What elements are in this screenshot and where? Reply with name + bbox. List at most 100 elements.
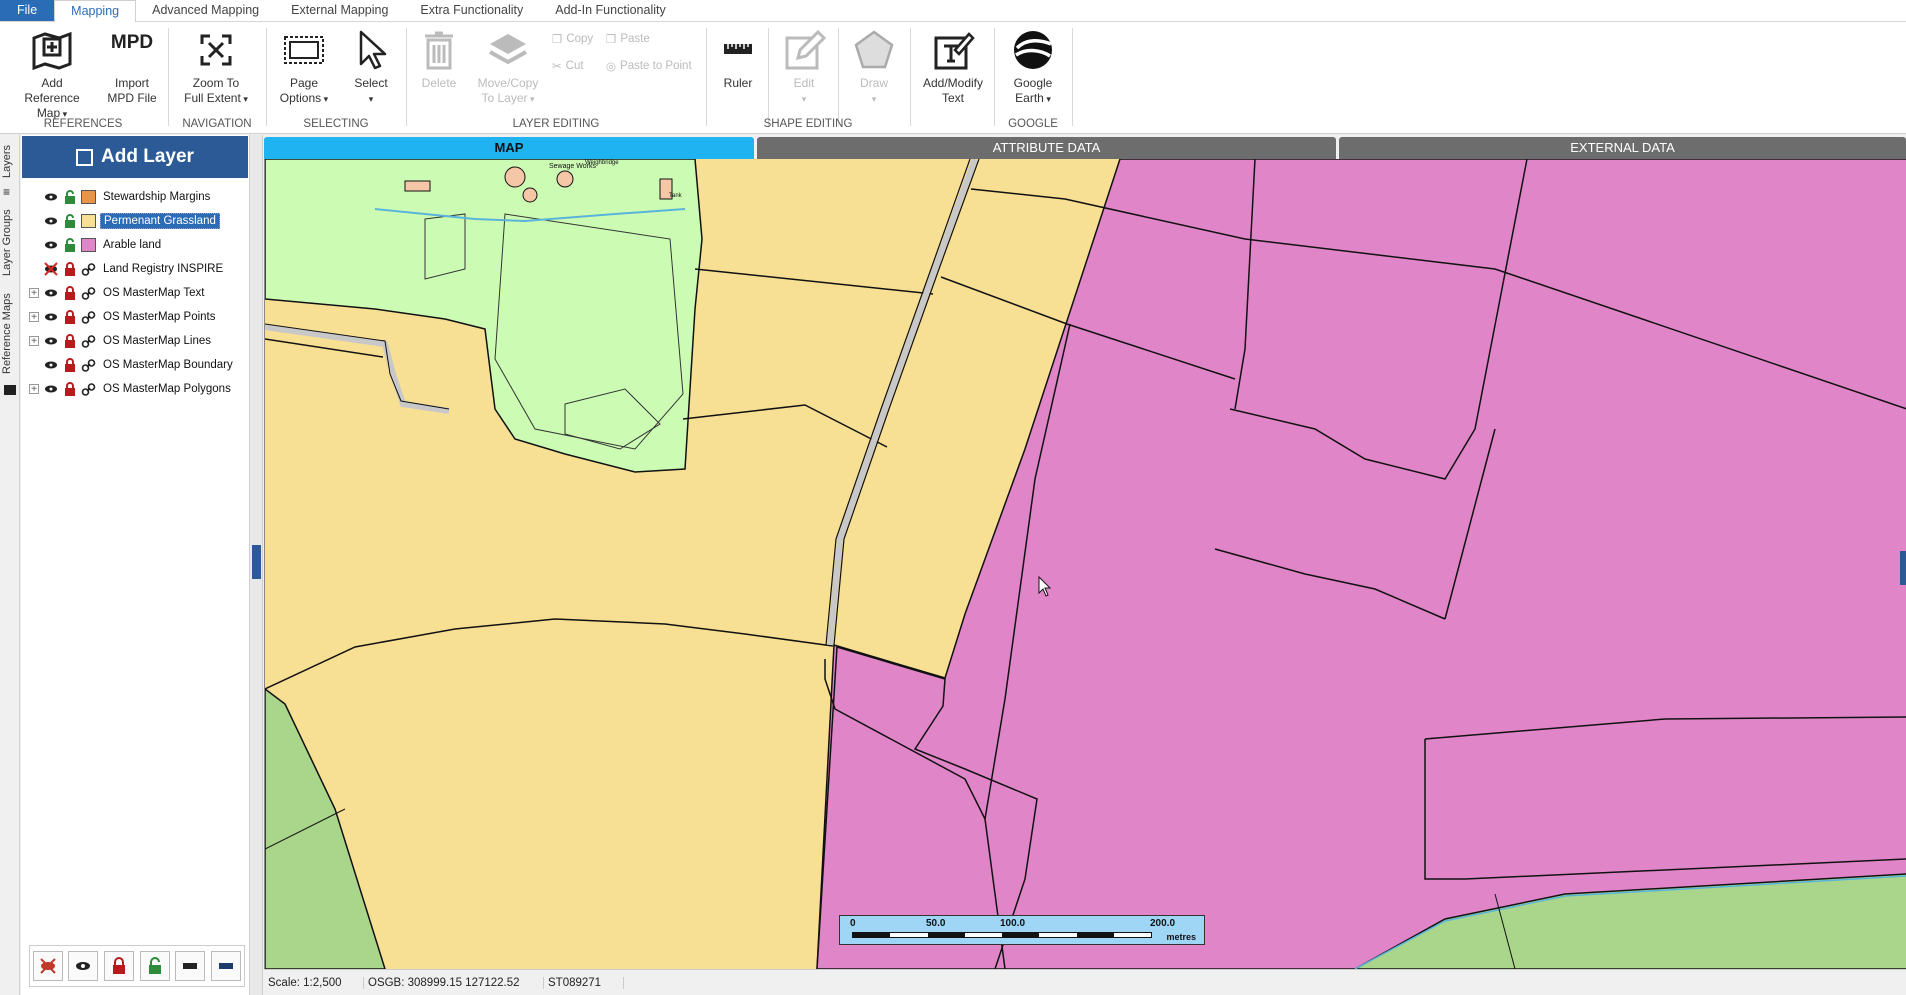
layer-name[interactable]: Stewardship Margins — [100, 190, 213, 204]
tab-external-data[interactable]: EXTERNAL DATA — [1339, 137, 1906, 159]
layer-editing-group-label: LAYER EDITING — [512, 118, 600, 130]
google-group-label: GOOGLE — [1008, 118, 1058, 130]
layer-row[interactable]: Stewardship Margins — [29, 186, 249, 208]
eye-icon[interactable] — [43, 382, 59, 396]
layer-row[interactable]: + OS MasterMap Polygons — [29, 378, 249, 400]
add-modify-text-button[interactable]: Add/Modify Text — [916, 28, 990, 106]
ribbon-separator — [910, 28, 911, 126]
add-modify-text-label-1: Add/Modify — [922, 76, 984, 90]
link-icon — [81, 358, 96, 372]
lock-closed-icon[interactable] — [63, 285, 77, 301]
eye-icon[interactable] — [43, 358, 59, 372]
ruler-toggle-button[interactable] — [175, 951, 206, 981]
ribbon-separator — [706, 28, 707, 126]
lock-open-icon[interactable] — [63, 213, 77, 229]
layer-name[interactable]: OS MasterMap Polygons — [100, 382, 234, 396]
side-tab-reference-maps[interactable]: Reference Maps — [1, 287, 19, 381]
menu-tab-advanced-mapping[interactable]: Advanced Mapping — [136, 0, 275, 21]
eye-icon[interactable] — [43, 214, 59, 228]
expand-icon[interactable]: + — [29, 336, 39, 347]
ribbon-separator — [266, 28, 267, 126]
field-boundary — [682, 404, 888, 448]
layer-name[interactable]: OS MasterMap Points — [100, 310, 218, 324]
expand-icon[interactable]: + — [29, 384, 39, 395]
layer-name[interactable]: Permenant Grassland — [100, 213, 220, 229]
eye-icon[interactable] — [43, 310, 59, 324]
link-icon — [81, 286, 96, 300]
selecting-group: SELECTING — [268, 22, 404, 134]
eye-icon[interactable] — [43, 238, 59, 252]
scale-unit: metres — [1166, 932, 1196, 942]
layer-color-swatch[interactable] — [81, 190, 96, 204]
lock-closed-icon[interactable] — [63, 261, 77, 277]
layer-name[interactable]: Arable land — [100, 238, 164, 252]
hide-all-layers-button[interactable] — [32, 951, 63, 981]
folder-icon — [4, 385, 16, 395]
menu-tab-add-in-functionality[interactable]: Add-In Functionality — [539, 0, 681, 21]
navigation-group-label: NAVIGATION — [182, 118, 252, 130]
selecting-group-label: SELECTING — [303, 118, 369, 130]
link-icon — [81, 334, 96, 348]
layer-row[interactable]: + OS MasterMap Text — [29, 282, 249, 304]
add-layer-icon — [76, 148, 94, 166]
expand-right-panel-handle[interactable] — [1900, 551, 1906, 585]
map-canvas[interactable]: Sewage Works Weighbridge Tank 0 50.0 100… — [264, 159, 1906, 969]
access-track-edge — [265, 323, 450, 410]
layer-panel: Add Layer Stewardship Margins Permenant G… — [21, 135, 250, 995]
scale-tick-100: 100.0 — [1000, 918, 1026, 929]
eye-icon — [76, 962, 91, 970]
tab-attribute-data[interactable]: ATTRIBUTE DATA — [757, 137, 1336, 159]
side-tab-layer-groups[interactable]: Layer Groups — [1, 203, 19, 283]
link-icon — [81, 382, 96, 396]
expand-icon[interactable]: + — [29, 312, 39, 323]
eye-icon[interactable] — [43, 286, 59, 300]
measure-button[interactable] — [211, 951, 242, 981]
status-grid-reference: ST089271 — [544, 976, 624, 989]
unlock-all-layers-button[interactable] — [139, 951, 170, 981]
collapse-panel-handle[interactable] — [252, 545, 261, 579]
layer-color-swatch[interactable] — [81, 214, 96, 228]
menu-tab-mapping[interactable]: Mapping — [54, 0, 137, 23]
eye-icon[interactable] — [43, 190, 59, 204]
lock-all-layers-button[interactable] — [104, 951, 135, 981]
lock-closed-icon[interactable] — [63, 357, 77, 373]
menu-tab-external-mapping[interactable]: External Mapping — [275, 0, 404, 21]
layer-name[interactable]: OS MasterMap Text — [100, 286, 207, 300]
side-tab-layers[interactable]: Layers — [1, 141, 19, 181]
lock-closed-icon[interactable] — [63, 333, 77, 349]
shape-editing-group: SHAPE EDITING — [708, 22, 908, 134]
access-track — [265, 324, 450, 414]
eye-icon[interactable] — [43, 334, 59, 348]
lock-closed-icon[interactable] — [63, 381, 77, 397]
menu-tab-extra-functionality[interactable]: Extra Functionality — [404, 0, 539, 21]
layer-row[interactable]: Arable land — [29, 234, 249, 256]
eye-crossed-icon[interactable] — [43, 262, 59, 276]
layer-row[interactable]: + OS MasterMap Lines — [29, 330, 249, 352]
panel-splitter[interactable] — [250, 135, 263, 995]
status-scale: Scale: 1:2,500 — [264, 976, 364, 989]
expand-spacer — [29, 240, 39, 250]
expand-icon[interactable]: + — [29, 288, 39, 299]
show-all-layers-button[interactable] — [68, 951, 99, 981]
layer-row[interactable]: + OS MasterMap Points — [29, 306, 249, 328]
references-group: REFERENCES — [0, 22, 166, 134]
lock-open-icon[interactable] — [63, 189, 77, 205]
layer-name[interactable]: OS MasterMap Boundary — [100, 358, 236, 372]
layers-stack-icon: ≡ — [3, 185, 11, 199]
layer-name[interactable]: OS MasterMap Lines — [100, 334, 214, 348]
lock-open-icon[interactable] — [63, 237, 77, 253]
scale-tick-50: 50.0 — [926, 918, 946, 929]
add-layer-button[interactable]: Add Layer — [22, 136, 248, 178]
layer-name[interactable]: Land Registry INSPIRE — [100, 262, 226, 276]
tab-map[interactable]: MAP — [264, 137, 754, 159]
ribbon-separator — [406, 28, 407, 126]
lock-closed-icon[interactable] — [63, 309, 77, 325]
scale-tick-0: 0 — [850, 918, 856, 929]
layer-row[interactable]: Land Registry INSPIRE — [29, 258, 249, 280]
menu-file[interactable]: File — [0, 0, 55, 21]
layer-color-swatch[interactable] — [81, 238, 96, 252]
layer-row[interactable]: OS MasterMap Boundary — [29, 354, 249, 376]
shape-editing-group-label: SHAPE EDITING — [763, 118, 853, 130]
layer-row[interactable]: Permenant Grassland — [29, 210, 249, 232]
expand-spacer — [29, 216, 39, 226]
